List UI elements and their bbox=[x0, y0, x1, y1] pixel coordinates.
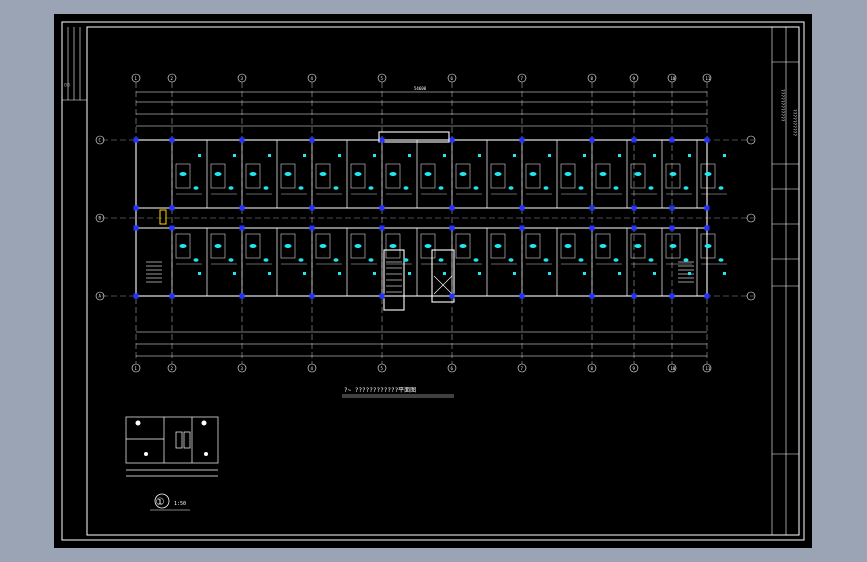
building-outline bbox=[135, 131, 708, 311]
axis-label: 10 bbox=[671, 366, 676, 371]
axis-label: 4 bbox=[311, 366, 314, 371]
axis-grid: 11223344556677889910101111CBA bbox=[95, 73, 756, 373]
binding-strip: ▯▯ bbox=[62, 27, 87, 101]
svg-text:▯▯: ▯▯ bbox=[64, 82, 70, 88]
axis-label: 3 bbox=[241, 366, 244, 371]
bottom-dimensions bbox=[136, 331, 707, 357]
drawing-sheet: ▯▯ ???????????? ?????????? 54600 1 1 2 2… bbox=[54, 14, 812, 548]
title-block-text-2: ?????????? bbox=[791, 109, 797, 136]
toilet-detail bbox=[125, 416, 219, 477]
title-block-text-1: ???????????? bbox=[779, 89, 785, 122]
total-length-dim: 54600 bbox=[414, 86, 427, 91]
detail-number: ① bbox=[156, 497, 165, 508]
stairs-left bbox=[146, 261, 162, 283]
axis-label: 8 bbox=[591, 366, 594, 371]
axis-label: 5 bbox=[381, 366, 384, 371]
inner-frame bbox=[86, 26, 800, 536]
axis-label: 7 bbox=[521, 366, 524, 371]
outer-frame bbox=[61, 21, 805, 541]
axis-label: 3 bbox=[241, 76, 244, 81]
axis-label: 9 bbox=[633, 76, 636, 81]
axis-label: 2 bbox=[171, 366, 174, 371]
plumbing-fixtures bbox=[179, 154, 726, 275]
axis-label: 1 bbox=[135, 76, 138, 81]
axis-label: 6 bbox=[451, 76, 454, 81]
axis-label: 6 bbox=[451, 366, 454, 371]
detail-scale: 1:50 bbox=[174, 501, 186, 507]
axis-label: 7 bbox=[521, 76, 524, 81]
axis-label: 9 bbox=[633, 366, 636, 371]
cad-viewport[interactable]: ▯▯ ???????????? ?????????? 54600 1 1 2 2… bbox=[0, 0, 867, 562]
axis-label: 2 bbox=[171, 76, 174, 81]
axis-label: A bbox=[99, 294, 102, 299]
selection-marker[interactable] bbox=[159, 209, 167, 225]
stairs-right bbox=[678, 261, 694, 283]
axis-label: 11 bbox=[706, 366, 711, 371]
axis-label: 8 bbox=[591, 76, 594, 81]
cad-canvas[interactable]: ▯▯ ???????????? ?????????? 54600 1122334… bbox=[54, 14, 812, 548]
plan-title: ?~ ????????????平面图 bbox=[344, 387, 416, 394]
axis-label: 1 bbox=[135, 366, 138, 371]
axis-label: C bbox=[99, 138, 102, 143]
top-dimensions bbox=[136, 91, 707, 127]
stairs-center bbox=[386, 261, 453, 295]
axis-label: B bbox=[99, 216, 102, 221]
toilet-detail-fixtures bbox=[135, 420, 208, 456]
title-block bbox=[771, 27, 799, 535]
axis-label: 4 bbox=[311, 76, 314, 81]
axis-label: 5 bbox=[381, 76, 384, 81]
title-block-text: ???????????? ?????????? bbox=[779, 89, 797, 136]
axis-label: 11 bbox=[706, 76, 711, 81]
axis-label: 10 bbox=[671, 76, 676, 81]
